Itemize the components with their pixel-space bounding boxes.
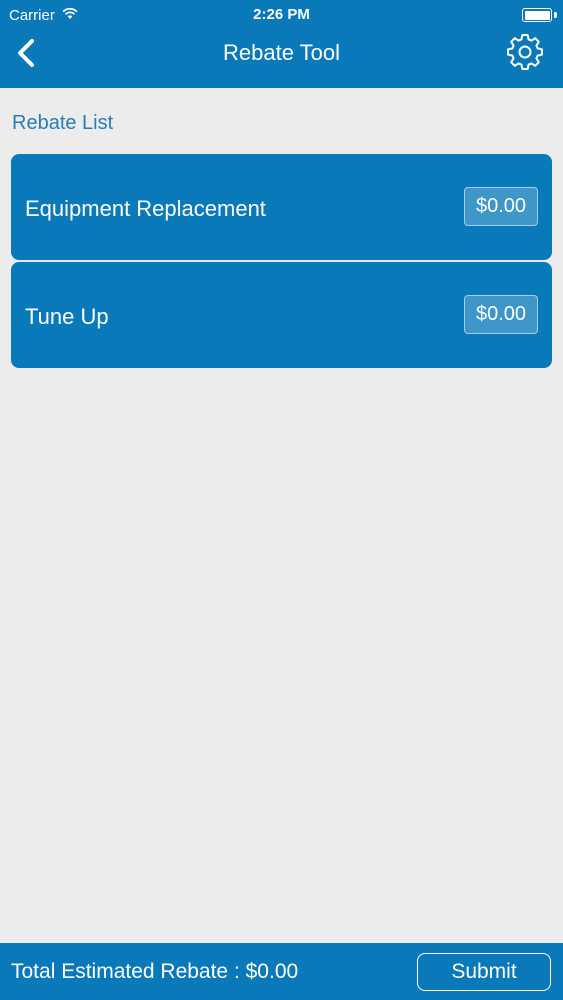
status-time: 2:26 PM	[253, 6, 310, 23]
bottom-bar: Total Estimated Rebate : $0.00 Submit	[0, 943, 563, 1000]
status-bar: Carrier 2:26 PM	[0, 0, 563, 30]
rebate-item-label: Tune Up	[25, 304, 109, 329]
gear-icon	[507, 34, 543, 70]
battery-icon	[522, 8, 552, 22]
settings-button[interactable]	[507, 34, 543, 70]
submit-button[interactable]: Submit	[417, 953, 551, 991]
total-estimated-rebate: Total Estimated Rebate : $0.00	[11, 960, 299, 983]
rebate-item-equipment-replacement[interactable]: Equipment Replacement $0.00	[11, 154, 552, 260]
top-bar: Carrier 2:26 PM Rebate Tool	[0, 0, 563, 88]
rebate-item-amount: $0.00	[464, 187, 538, 226]
rebate-item-label: Equipment Replacement	[25, 196, 266, 221]
page-title: Rebate Tool	[222, 40, 340, 65]
rebate-item-amount: $0.00	[464, 295, 538, 334]
battery-tip	[554, 12, 557, 18]
nav-bar: Rebate Tool	[0, 30, 563, 88]
rebate-item-tune-up[interactable]: Tune Up $0.00	[11, 262, 552, 368]
rebate-list-heading: Rebate List	[12, 112, 114, 134]
